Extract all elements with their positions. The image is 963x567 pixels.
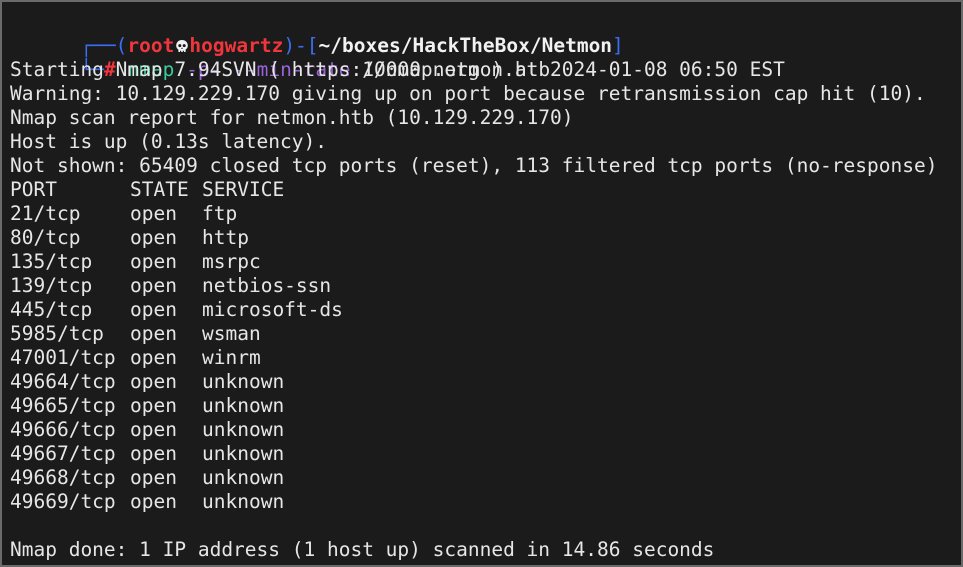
service-cell: netbios-ssn: [202, 274, 332, 297]
table-header: PORT STATE SERVICE: [10, 178, 961, 202]
state-cell: open: [130, 490, 177, 513]
port-cell: 139/tcp: [10, 274, 93, 297]
port-cell: 5985/tcp: [10, 322, 104, 345]
port-cell: 80/tcp: [10, 226, 81, 249]
port-cell: 47001/tcp: [10, 346, 116, 369]
skull-icon: [174, 34, 189, 58]
output-line: Not shown: 65409 closed tcp ports (reset…: [10, 154, 938, 177]
header-state: STATE: [130, 178, 189, 201]
prompt-line-1: ┌──(root hogwartz)-[~/boxes/HackTheBox/Ne…: [10, 10, 961, 57]
output-line: Host is up (0.13s latency).: [10, 130, 327, 153]
table-row: 135/tcp open msrpc: [10, 250, 961, 274]
service-cell: unknown: [202, 490, 285, 513]
prompt-frame-open: ┌──(: [80, 34, 128, 57]
port-cell: 49668/tcp: [10, 466, 116, 489]
service-cell: unknown: [202, 442, 285, 465]
port-cell: 49669/tcp: [10, 490, 116, 513]
prompt-frame-mid: )-[: [283, 34, 319, 57]
state-cell: open: [130, 298, 177, 321]
port-cell: 49666/tcp: [10, 418, 116, 441]
output-line: Nmap scan report for netmon.htb (10.129.…: [10, 106, 574, 129]
prompt-user: root: [127, 34, 175, 57]
state-cell: open: [130, 322, 177, 345]
port-cell: 135/tcp: [10, 250, 93, 273]
table-row: 49664/tcp open unknown: [10, 370, 961, 394]
terminal-screen: ┌──(root hogwartz)-[~/boxes/HackTheBox/Ne…: [10, 10, 961, 562]
table-row: 49669/tcp open unknown: [10, 490, 961, 514]
port-cell: 445/tcp: [10, 298, 93, 321]
state-cell: open: [130, 346, 177, 369]
state-cell: open: [130, 250, 177, 273]
state-cell: open: [130, 466, 177, 489]
table-row: 47001/tcp open winrm: [10, 346, 961, 370]
table-row: 49666/tcp open unknown: [10, 418, 961, 442]
table-row: 5985/tcp open wsman: [10, 322, 961, 346]
port-cell: 21/tcp: [10, 202, 81, 225]
prompt-path: ~/boxes/HackTheBox/Netmon: [318, 34, 613, 57]
service-cell: unknown: [202, 394, 285, 417]
state-cell: open: [130, 226, 177, 249]
state-cell: open: [130, 418, 177, 441]
port-cell: 49667/tcp: [10, 442, 116, 465]
table-row: 445/tcp open microsoft-ds: [10, 298, 961, 322]
service-cell: unknown: [202, 370, 285, 393]
terminal-window[interactable]: ┌──(root hogwartz)-[~/boxes/HackTheBox/Ne…: [0, 0, 963, 567]
service-cell: microsoft-ds: [202, 298, 343, 321]
output-line: Warning: 10.129.229.170 giving up on por…: [10, 82, 926, 105]
table-row: 49667/tcp open unknown: [10, 442, 961, 466]
service-cell: ftp: [202, 202, 238, 225]
state-cell: open: [130, 394, 177, 417]
scan-summary: Nmap done: 1 IP address (1 host up) scan…: [10, 538, 715, 561]
service-cell: winrm: [202, 346, 261, 369]
header-service: SERVICE: [202, 178, 285, 201]
service-cell: msrpc: [202, 250, 261, 273]
port-cell: 49665/tcp: [10, 394, 116, 417]
table-row: 49668/tcp open unknown: [10, 466, 961, 490]
service-cell: unknown: [202, 418, 285, 441]
header-port: PORT: [10, 178, 57, 201]
state-cell: open: [130, 370, 177, 393]
state-cell: open: [130, 442, 177, 465]
table-row: 21/tcp open ftp: [10, 202, 961, 226]
service-cell: unknown: [202, 466, 285, 489]
table-row: 80/tcp open http: [10, 226, 961, 250]
prompt-frame-close: ]: [612, 34, 624, 57]
output-line: Starting Nmap 7.94SVN ( https://nmap.org…: [10, 58, 785, 81]
prompt-host: hogwartz: [189, 34, 284, 57]
state-cell: open: [130, 274, 177, 297]
table-row: 139/tcp open netbios-ssn: [10, 274, 961, 298]
service-cell: wsman: [202, 322, 261, 345]
service-cell: http: [202, 226, 249, 249]
table-row: 49665/tcp open unknown: [10, 394, 961, 418]
port-cell: 49664/tcp: [10, 370, 116, 393]
state-cell: open: [130, 202, 177, 225]
